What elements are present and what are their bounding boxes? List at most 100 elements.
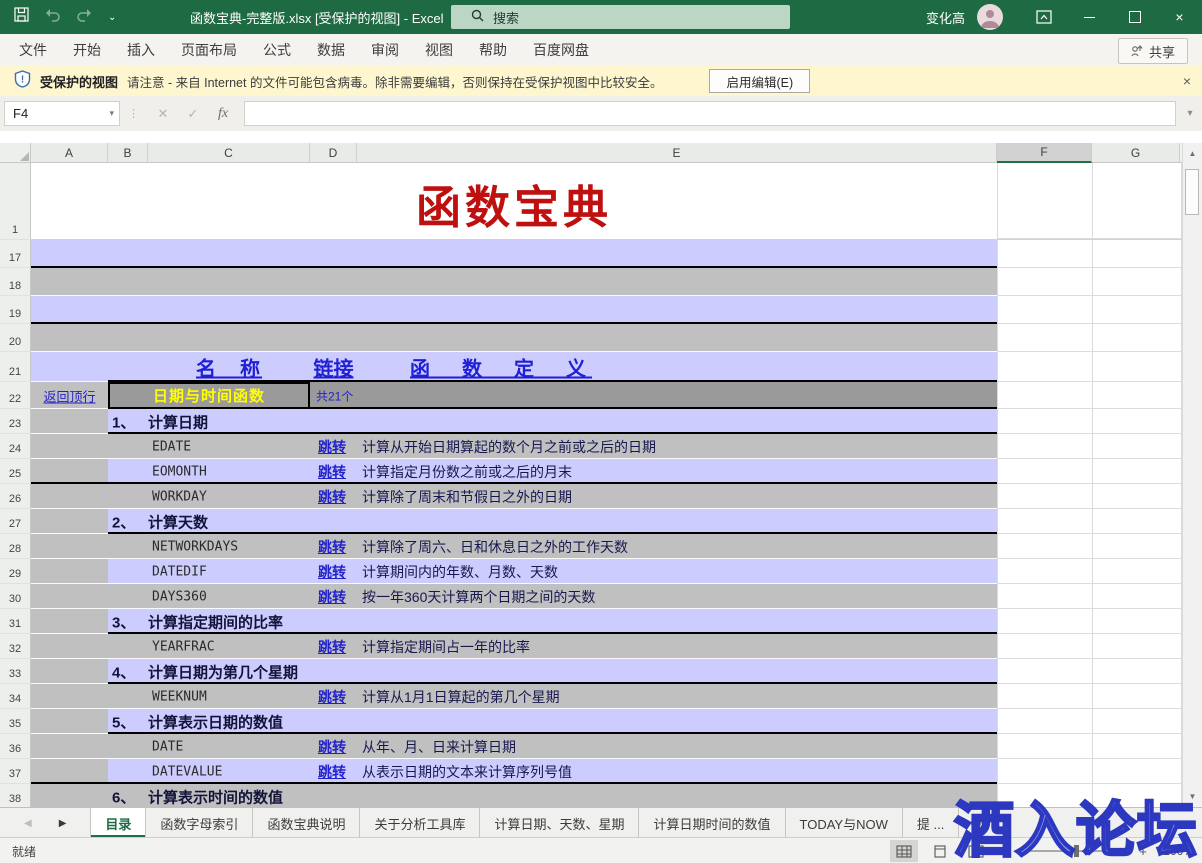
jump-link[interactable]: 跳转 [318, 637, 346, 657]
row-header-25[interactable]: 25 [0, 459, 31, 484]
ribbon-tab-1[interactable]: 开始 [60, 34, 114, 66]
ribbon-tab-5[interactable]: 数据 [304, 34, 358, 66]
row-header-34[interactable]: 34 [0, 684, 31, 709]
row-header-1[interactable]: 1 [0, 163, 31, 240]
column-header-A[interactable]: A [31, 143, 108, 163]
column-header-G[interactable]: G [1092, 143, 1180, 163]
ribbon-tab-8[interactable]: 帮助 [466, 34, 520, 66]
add-sheet-icon[interactable]: + [971, 814, 989, 832]
sheet-tab-1[interactable]: 函数字母索引 [146, 808, 253, 838]
page-break-view-icon[interactable] [962, 840, 990, 862]
row-header-36[interactable]: 36 [0, 734, 31, 759]
sheet-tab-7[interactable]: 提 ... [903, 808, 959, 838]
cancel-entry-icon[interactable]: ✕ [148, 106, 178, 122]
formula-bar-grip[interactable]: ⋮ [128, 107, 140, 120]
undo-icon[interactable] [44, 8, 61, 27]
scroll-up-icon[interactable]: ▲ [1183, 143, 1202, 163]
row-body-26: WORKDAY跳转计算除了周末和节假日之外的日期 [31, 484, 1182, 509]
vertical-scrollbar[interactable]: ▲ ▼ [1182, 143, 1202, 807]
jump-link[interactable]: 跳转 [318, 462, 346, 482]
jump-link[interactable]: 跳转 [318, 562, 346, 582]
next-sheet-icon[interactable]: ▶ [59, 818, 67, 829]
jump-link[interactable]: 跳转 [318, 537, 346, 557]
row-header-21[interactable]: 21 [0, 352, 31, 382]
insert-function-icon[interactable]: fx [208, 106, 238, 122]
ribbon-tab-file[interactable]: 文件 [6, 34, 60, 66]
row-header-23[interactable]: 23 [0, 409, 31, 434]
user-avatar[interactable] [977, 4, 1003, 30]
sheet-tab-3[interactable]: 关于分析工具库 [360, 808, 480, 838]
redo-icon[interactable] [76, 8, 93, 27]
minimize-button[interactable] [1067, 0, 1112, 34]
jump-link[interactable]: 跳转 [318, 762, 346, 782]
row-header-18[interactable]: 18 [0, 268, 31, 296]
close-button[interactable]: × [1157, 0, 1202, 34]
zoom-level[interactable]: 100% [1158, 844, 1194, 858]
jump-link[interactable]: 跳转 [318, 687, 346, 707]
ribbon-tab-3[interactable]: 页面布局 [168, 34, 250, 66]
prev-sheet-icon[interactable]: ◀ [24, 818, 32, 829]
row-header-29[interactable]: 29 [0, 559, 31, 584]
confirm-entry-icon[interactable]: ✓ [178, 106, 208, 122]
row-header-33[interactable]: 33 [0, 659, 31, 684]
column-header-B[interactable]: B [108, 143, 148, 163]
zoom-out-icon[interactable]: − [998, 844, 1012, 859]
column-header-C[interactable]: C [148, 143, 310, 163]
row-header-31[interactable]: 31 [0, 609, 31, 634]
select-all-corner[interactable] [0, 143, 31, 163]
user-name[interactable]: 变化高 [926, 8, 965, 27]
jump-link[interactable]: 跳转 [318, 487, 346, 507]
row-header-27[interactable]: 27 [0, 509, 31, 534]
scrollbar-thumb[interactable] [1185, 169, 1199, 215]
sheet-tab-2[interactable]: 函数宝典说明 [253, 808, 360, 838]
row-header-28[interactable]: 28 [0, 534, 31, 559]
row-header-17[interactable]: 17 [0, 240, 31, 268]
row-header-24[interactable]: 24 [0, 434, 31, 459]
banner-close-icon[interactable]: × [1183, 73, 1191, 89]
jump-link[interactable]: 跳转 [318, 437, 346, 457]
band-36 [108, 734, 997, 759]
sheet-tab-0[interactable]: 目录 [90, 808, 146, 838]
sheet-tab-6[interactable]: TODAY与NOW [786, 808, 903, 838]
ribbon-tab-7[interactable]: 视图 [412, 34, 466, 66]
sheet-tab-5[interactable]: 计算日期时间的数值 [639, 808, 785, 838]
ribbon-tab-4[interactable]: 公式 [250, 34, 304, 66]
column-header-D[interactable]: D [310, 143, 357, 163]
row-header-30[interactable]: 30 [0, 584, 31, 609]
page-layout-view-icon[interactable] [926, 840, 954, 862]
maximize-button[interactable] [1112, 0, 1157, 34]
row-header-35[interactable]: 35 [0, 709, 31, 734]
zoom-in-icon[interactable]: + [1136, 844, 1150, 859]
ribbon-tab-9[interactable]: 百度网盘 [520, 34, 602, 66]
expand-formula-bar-icon[interactable]: ▾ [1180, 108, 1200, 119]
formula-input[interactable] [244, 101, 1176, 126]
row-header-37[interactable]: 37 [0, 759, 31, 784]
row-header-20[interactable]: 20 [0, 324, 31, 352]
row-header-19[interactable]: 19 [0, 296, 31, 324]
jump-link[interactable]: 跳转 [318, 587, 346, 607]
name-box[interactable]: F4 ▾ [4, 101, 120, 126]
search-box[interactable]: 搜索 [451, 5, 790, 29]
jump-link[interactable]: 跳转 [318, 737, 346, 757]
scroll-down-icon[interactable]: ▼ [1183, 787, 1202, 805]
share-button[interactable]: 共享 [1118, 38, 1188, 64]
zoom-slider-thumb[interactable] [1074, 845, 1079, 857]
row-header-38[interactable]: 38 [0, 784, 31, 807]
tab-more-icon[interactable]: ⋮ [1003, 816, 1015, 830]
ribbon-tab-6[interactable]: 审阅 [358, 34, 412, 66]
ribbon-display-options-icon[interactable] [1021, 0, 1067, 34]
ribbon-tab-2[interactable]: 插入 [114, 34, 168, 66]
row-header-32[interactable]: 32 [0, 634, 31, 659]
customize-qat-icon[interactable]: ⌄ [108, 12, 116, 23]
row-header-22[interactable]: 22 [0, 382, 31, 409]
enable-editing-button[interactable]: 启用编辑(E) [709, 69, 810, 93]
column-header-F[interactable]: F [997, 143, 1092, 163]
zoom-slider[interactable] [1020, 850, 1128, 852]
back-to-top-link[interactable]: 返回顶行 [31, 386, 108, 405]
name-box-dropdown-icon[interactable]: ▾ [109, 108, 114, 119]
save-icon[interactable] [14, 7, 29, 27]
normal-view-icon[interactable] [890, 840, 918, 862]
sheet-tab-4[interactable]: 计算日期、天数、星期 [480, 808, 639, 838]
row-header-26[interactable]: 26 [0, 484, 31, 509]
column-header-E[interactable]: E [357, 143, 997, 163]
